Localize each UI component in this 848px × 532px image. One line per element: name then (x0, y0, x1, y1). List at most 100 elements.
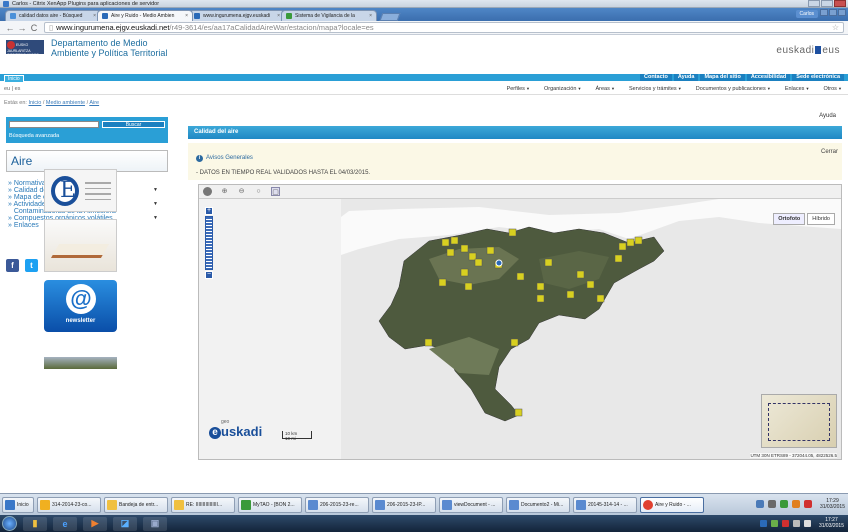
avisos-title[interactable]: Avisos Generales (206, 155, 253, 161)
tray-icon[interactable] (779, 500, 788, 508)
top-link-mapa[interactable]: Mapa del sitio (700, 74, 745, 81)
url-input[interactable]: ▯ www.ingurumena.ejgv.euskadi.net/r49-36… (44, 22, 844, 33)
back-arrow-icon[interactable]: ← (4, 23, 16, 33)
volume-icon[interactable] (803, 519, 811, 527)
browser-user-chip[interactable]: Carlos (795, 10, 818, 18)
reload-icon[interactable]: C (28, 23, 40, 33)
close-button[interactable] (834, 0, 846, 7)
menu-areas[interactable]: Áreas (596, 86, 615, 92)
taskbar-item[interactable]: Documento2 - Mi... (506, 496, 570, 513)
maximize-button[interactable] (829, 9, 837, 16)
department-title[interactable]: Departamento de Medio Ambiente y Polític… (51, 38, 167, 58)
minimize-button[interactable] (820, 9, 828, 16)
browser-tab-active[interactable]: Aire y Ruido - Medio Ambien × (97, 10, 193, 21)
citrix-clock[interactable]: 17:29 31/03/2015 (820, 498, 845, 510)
dropdown-arrow-icon[interactable]: ▼ (153, 187, 158, 194)
dropdown-arrow-icon[interactable]: ▼ (153, 201, 158, 208)
browser-tab[interactable]: www.ingurumena.ejgv.euskadi × (189, 10, 285, 21)
layer-hibrido-button[interactable]: Híbrido (807, 213, 835, 225)
tray-icon[interactable] (755, 500, 764, 508)
top-link-ayuda[interactable]: Ayuda (673, 74, 699, 81)
landscape-banner[interactable] (44, 357, 117, 369)
top-link-accesibilidad[interactable]: Accesibilidad (746, 74, 791, 81)
ie-pinned-icon[interactable]: e (53, 516, 77, 531)
taskbar-item[interactable]: 20145-314-14 - ... (573, 496, 637, 513)
layer-ortofoto-button[interactable]: Ortofoto (773, 213, 806, 225)
search-input[interactable] (9, 121, 99, 128)
new-tab-button[interactable] (379, 13, 401, 21)
taskbar-item[interactable]: 314-2014-23-co... (37, 496, 101, 513)
breadcrumb-inicio[interactable]: Inicio (28, 100, 41, 106)
advanced-search-link[interactable]: Búsqueda avanzada (9, 133, 59, 139)
publications-banner[interactable] (44, 219, 117, 272)
top-link-contacto[interactable]: Contacto (639, 74, 672, 81)
overview-map[interactable] (761, 394, 837, 448)
breadcrumb-aire[interactable]: Aire (89, 100, 99, 106)
newsletter-banner[interactable]: @ newsletter (44, 280, 117, 332)
outlook-pinned-icon[interactable]: ◪ (113, 516, 137, 531)
zoom-track[interactable] (205, 216, 213, 270)
euskadi-eus-logo[interactable]: euskadi eus (776, 45, 840, 56)
tray-icon[interactable] (759, 519, 767, 527)
globe-icon[interactable] (203, 187, 212, 196)
taskbar-item[interactable]: viewDocument - ... (439, 496, 503, 513)
ayuda-link[interactable]: Ayuda (819, 113, 836, 119)
folder-pinned-icon[interactable]: ▮ (23, 516, 47, 531)
taskbar-item[interactable]: Bandeja de entr... (104, 496, 168, 513)
language-switch[interactable]: eu | es (4, 86, 20, 92)
close-tab-icon[interactable]: × (185, 13, 188, 19)
tray-icon[interactable] (767, 500, 776, 508)
close-tab-icon[interactable]: × (277, 13, 280, 19)
maximize-button[interactable] (821, 0, 833, 7)
map-canvas[interactable]: + − Ortofoto Híbrido geo e uskadi 10 km 1… (199, 199, 841, 459)
bookmark-star-icon[interactable]: ☆ (832, 23, 839, 32)
info-balloon-icon[interactable]: ○ (254, 187, 263, 196)
close-tab-icon[interactable]: × (369, 13, 372, 19)
gobierno-vasco-logo[interactable]: EUSKO JAURLARITZA GOBIERNO VASCO (6, 40, 44, 57)
taskbar-item[interactable]: 206-2015-23-re... (305, 496, 369, 513)
windows-start-orb[interactable] (2, 516, 17, 531)
forward-arrow-icon[interactable]: → (16, 23, 28, 33)
zoom-slider[interactable]: + − (205, 207, 213, 279)
top-link-sede[interactable]: Sede electrónica (792, 74, 844, 81)
zoom-out-icon[interactable]: ⊖ (237, 187, 246, 196)
close-tab-icon[interactable]: × (93, 13, 96, 19)
taskbar-item[interactable]: MyTAO - [BON 2... (238, 496, 302, 513)
inicio-button[interactable]: Inicio (4, 75, 24, 83)
overview-extent[interactable] (768, 403, 830, 441)
e-administracion-banner[interactable] (44, 169, 117, 212)
close-button[interactable] (838, 9, 846, 16)
browser-tab[interactable]: calidad datos aire - Búsqued × (5, 10, 101, 21)
facebook-icon[interactable]: f (6, 259, 19, 272)
fullscreen-icon[interactable]: ▢ (271, 187, 280, 196)
citrix-pinned-icon[interactable]: ▣ (143, 516, 167, 531)
minimize-button[interactable] (808, 0, 820, 7)
menu-organizacion[interactable]: Organización (544, 86, 582, 92)
tray-icon[interactable] (781, 519, 789, 527)
menu-documentos[interactable]: Documentos y publicaciones (696, 86, 771, 92)
tray-icon[interactable] (791, 500, 800, 508)
tray-icon[interactable] (770, 519, 778, 527)
zoom-in-icon[interactable]: ⊕ (220, 187, 229, 196)
taskbar-item[interactable]: 206-2015-23-IP... (372, 496, 436, 513)
taskbar-item[interactable]: RE: IIIIIIIIIIIIIIII... (171, 496, 235, 513)
breadcrumb-medio-ambiente[interactable]: Medio ambiente (46, 100, 85, 106)
geoeuskadi-logo[interactable]: geo e uskadi (209, 420, 262, 439)
search-button[interactable]: Buscar (102, 121, 165, 128)
media-pinned-icon[interactable]: ▶ (83, 516, 107, 531)
network-icon[interactable] (792, 519, 800, 527)
browser-tab[interactable]: Sistema de Vigilancia de la × (281, 10, 377, 21)
tray-icon[interactable] (803, 500, 812, 508)
twitter-icon[interactable]: t (25, 259, 38, 272)
menu-perfiles[interactable]: Perfiles (507, 86, 530, 92)
dropdown-arrow-icon[interactable]: ▼ (153, 215, 158, 222)
menu-otros[interactable]: Otros (823, 86, 842, 92)
menu-enlaces[interactable]: Enlaces (785, 86, 810, 92)
zoom-minus-icon[interactable]: − (205, 271, 213, 279)
menu-servicios[interactable]: Servicios y trámites (629, 86, 682, 92)
taskbar-item-active[interactable]: Aire y Ruido - ... (640, 496, 704, 513)
citrix-start-button[interactable]: Inicio (2, 496, 34, 513)
zoom-plus-icon[interactable]: + (205, 207, 213, 215)
cerrar-link[interactable]: Cerrar (821, 149, 838, 155)
windows-clock[interactable]: 17:27 31/03/2015 (819, 517, 844, 529)
